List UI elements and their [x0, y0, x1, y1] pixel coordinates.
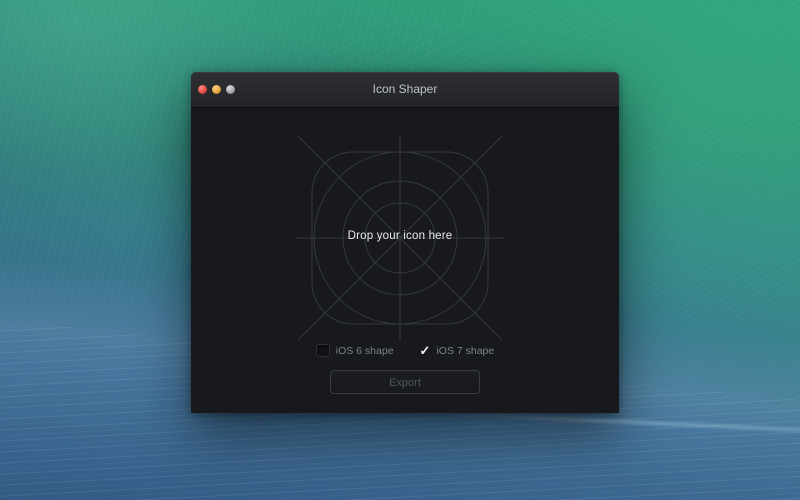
icon-dropzone[interactable]: Drop your icon here [191, 108, 619, 414]
checkbox-unchecked-icon [316, 344, 330, 357]
checkbox-ios7-shape[interactable]: ✓ iOS 7 shape [420, 345, 495, 357]
window-title: Icon Shaper [191, 72, 619, 107]
title-bar[interactable]: Icon Shaper [191, 72, 619, 108]
window-content: Drop your icon here iOS 6 shape ✓ iOS 7 … [191, 108, 619, 414]
export-button[interactable]: Export [330, 370, 480, 394]
checkbox-label: iOS 7 shape [436, 345, 494, 357]
dropzone-label: Drop your icon here [191, 230, 609, 242]
checkbox-ios6-shape[interactable]: iOS 6 shape [316, 344, 394, 357]
checkmark-icon: ✓ [420, 345, 431, 356]
shape-options: iOS 6 shape ✓ iOS 7 shape [191, 343, 619, 358]
checkbox-label: iOS 6 shape [336, 345, 394, 357]
app-window: Icon Shaper Drop your icon here [191, 72, 619, 413]
icon-grid-template [191, 108, 619, 414]
